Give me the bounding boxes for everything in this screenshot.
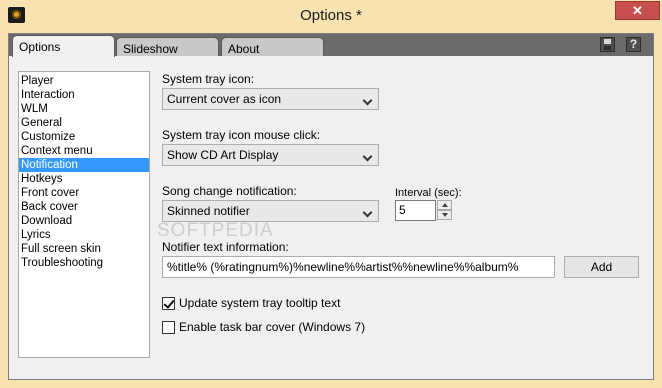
- interval-down-button[interactable]: [437, 210, 452, 220]
- notifier-text-input[interactable]: %title% (%ratingnum%)%newline%%artist%%n…: [162, 256, 555, 278]
- tray-click-value: Show CD Art Display: [167, 148, 279, 162]
- tab-slideshow[interactable]: Slideshow: [116, 37, 219, 56]
- nav-item-customize[interactable]: Customize: [19, 130, 149, 144]
- options-category-list[interactable]: Player Interaction WLM General Customize Cont…: [18, 71, 150, 358]
- save-icon[interactable]: [600, 37, 615, 52]
- nav-item-hotkeys[interactable]: Hotkeys: [19, 172, 149, 186]
- window-title: Options *: [300, 7, 362, 24]
- taskbar-cover-checkbox[interactable]: [162, 321, 175, 334]
- song-change-label: Song change notification:: [162, 184, 297, 198]
- nav-item-notification[interactable]: Notification: [19, 158, 149, 172]
- nav-item-troubleshooting[interactable]: Troubleshooting: [19, 256, 149, 270]
- nav-item-full-screen-skin[interactable]: Full screen skin: [19, 242, 149, 256]
- nav-item-lyrics[interactable]: Lyrics: [19, 228, 149, 242]
- song-change-dropdown[interactable]: Skinned notifier: [162, 200, 379, 222]
- nav-item-general[interactable]: General: [19, 116, 149, 130]
- nav-item-player[interactable]: Player: [19, 74, 149, 88]
- window-frame-bottom: [0, 380, 662, 388]
- nav-item-wlm[interactable]: WLM: [19, 102, 149, 116]
- nav-item-download[interactable]: Download: [19, 214, 149, 228]
- interval-up-button[interactable]: [437, 200, 452, 210]
- song-change-value: Skinned notifier: [167, 204, 250, 218]
- tray-icon-label: System tray icon:: [162, 72, 255, 86]
- update-tooltip-checkbox[interactable]: [162, 297, 175, 310]
- tray-icon-value: Current cover as icon: [167, 92, 282, 106]
- close-button[interactable]: ✕: [615, 1, 660, 20]
- tab-about[interactable]: About: [221, 37, 324, 56]
- add-button[interactable]: Add: [564, 256, 639, 278]
- taskbar-cover-label[interactable]: Enable task bar cover (Windows 7): [179, 320, 365, 334]
- interval-input[interactable]: 5: [395, 200, 436, 221]
- tray-click-dropdown[interactable]: Show CD Art Display: [162, 144, 379, 166]
- chevron-down-icon: [362, 148, 374, 162]
- options-dialog: Slideshow About Options ? Player Interact…: [8, 33, 654, 380]
- watermark: SOFTPEDIA: [157, 220, 274, 241]
- help-icon[interactable]: ?: [626, 37, 641, 52]
- tray-click-label: System tray icon mouse click:: [162, 128, 321, 142]
- tray-icon-dropdown[interactable]: Current cover as icon: [162, 88, 379, 110]
- tab-options[interactable]: Options: [12, 35, 115, 57]
- nav-item-interaction[interactable]: Interaction: [19, 88, 149, 102]
- notifier-text-label: Notifier text information:: [162, 240, 289, 254]
- title-bar: Options * ✕: [0, 0, 662, 33]
- close-icon: ✕: [632, 2, 643, 18]
- tab-strip: Slideshow About Options ?: [9, 34, 653, 57]
- interval-label: Interval (sec):: [395, 187, 462, 199]
- nav-item-front-cover[interactable]: Front cover: [19, 186, 149, 200]
- update-tooltip-label[interactable]: Update system tray tooltip text: [179, 296, 340, 310]
- chevron-down-icon: [362, 92, 374, 106]
- nav-item-context-menu[interactable]: Context menu: [19, 144, 149, 158]
- chevron-down-icon: [362, 204, 374, 218]
- nav-item-back-cover[interactable]: Back cover: [19, 200, 149, 214]
